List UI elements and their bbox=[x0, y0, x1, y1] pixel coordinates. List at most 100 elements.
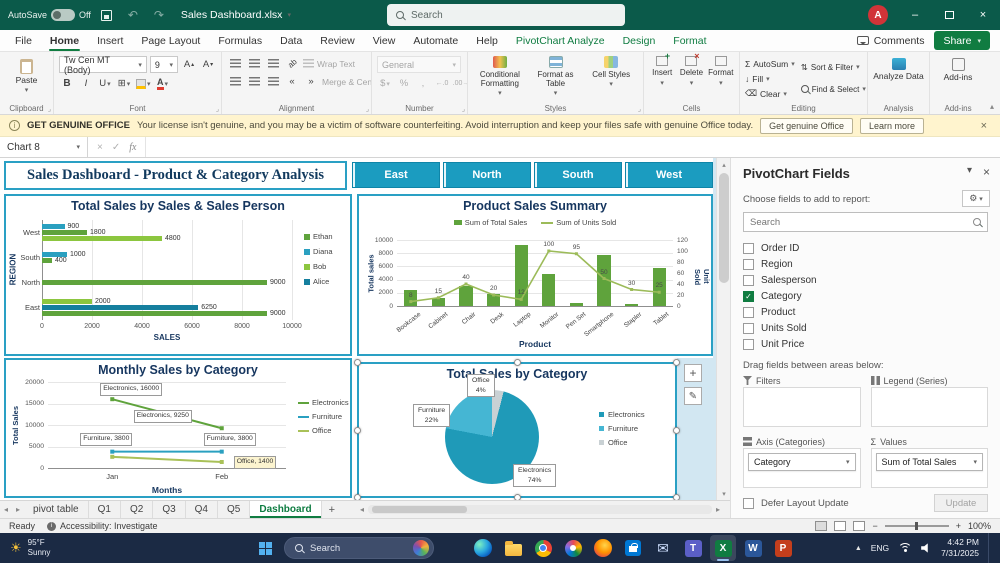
comments-button[interactable]: Comments bbox=[856, 35, 924, 47]
get-genuine-office-button[interactable]: Get genuine Office bbox=[760, 117, 853, 134]
selection-handle[interactable] bbox=[673, 426, 680, 434]
underline-button[interactable]: U ▾ bbox=[97, 76, 113, 91]
field-row-product[interactable]: Product bbox=[743, 304, 988, 320]
align-right-button[interactable] bbox=[265, 74, 281, 89]
selection-handle[interactable] bbox=[673, 359, 680, 366]
enter-icon[interactable]: ✓ bbox=[112, 142, 120, 153]
selection-handle[interactable] bbox=[354, 494, 361, 500]
page-layout-view-button[interactable] bbox=[834, 521, 847, 531]
chart-styles-button[interactable]: ✎ bbox=[684, 387, 702, 405]
percent-style-button[interactable]: % bbox=[396, 76, 412, 91]
font-size-select[interactable]: 9 ▾ bbox=[149, 56, 178, 73]
font-color-button[interactable]: A ▾ bbox=[155, 76, 171, 91]
add-sheet-button[interactable]: + bbox=[322, 504, 342, 516]
insert-cells-button[interactable]: Insert ▾ bbox=[649, 52, 675, 87]
orientation-button[interactable]: ab bbox=[284, 56, 300, 71]
autosum-button[interactable]: Σ AutoSum ▾ bbox=[745, 56, 795, 71]
increase-decimal-button[interactable]: ←.0 bbox=[434, 76, 450, 91]
selection-handle[interactable] bbox=[354, 359, 361, 366]
insert-function-button[interactable]: fx bbox=[129, 142, 136, 153]
minimize-button[interactable]: – bbox=[898, 0, 932, 30]
shrink-font-button[interactable]: A ▾ bbox=[200, 57, 216, 72]
sheet-nav-right-icon[interactable]: ▸ bbox=[12, 505, 24, 514]
weather-widget[interactable]: ☀ 95°F Sunny bbox=[0, 538, 60, 558]
field-checkbox[interactable] bbox=[743, 338, 754, 350]
ribbon-tab-view[interactable]: View bbox=[364, 30, 405, 51]
values-drop-zone[interactable]: Sum of Total Sales ▾ bbox=[870, 448, 988, 488]
slicer-north[interactable]: North bbox=[443, 162, 531, 188]
name-box[interactable]: Chart 8 ▾ bbox=[0, 137, 88, 157]
panel-options-icon[interactable]: ▾ bbox=[967, 165, 972, 176]
redo-button[interactable]: ↷ bbox=[149, 4, 169, 26]
selection-handle[interactable] bbox=[673, 494, 680, 500]
selection-handle[interactable] bbox=[513, 494, 521, 500]
axis-drop-zone[interactable]: Category ▾ bbox=[743, 448, 861, 488]
sheet-tab-q4[interactable]: Q4 bbox=[186, 501, 218, 518]
fields-search[interactable] bbox=[743, 212, 988, 232]
learn-more-button[interactable]: Learn more bbox=[860, 117, 925, 134]
field-row-category[interactable]: ✓ Category bbox=[743, 288, 988, 304]
sheet-tab-q5[interactable]: Q5 bbox=[218, 501, 251, 518]
ribbon-tab-insert[interactable]: Insert bbox=[88, 30, 132, 51]
zoom-slider[interactable] bbox=[884, 522, 949, 530]
fill-button[interactable]: ↓ Fill ▾ bbox=[745, 71, 795, 86]
hscroll-thumb[interactable] bbox=[372, 506, 468, 513]
align-bottom-button[interactable] bbox=[265, 56, 281, 71]
legend-area[interactable]: Legend (Series) bbox=[870, 374, 988, 427]
chart-elements-button[interactable]: + bbox=[684, 364, 702, 382]
increase-indent-button[interactable]: » bbox=[303, 74, 319, 89]
update-button[interactable]: Update bbox=[934, 494, 988, 512]
avatar[interactable]: A bbox=[868, 5, 888, 25]
collapse-ribbon-button[interactable]: ▴ bbox=[990, 102, 994, 111]
taskbar-icon-excel[interactable]: X bbox=[710, 535, 736, 561]
taskbar-icon-mail[interactable]: ✉ bbox=[650, 535, 676, 561]
field-checkbox[interactable] bbox=[743, 274, 754, 286]
zoom-slider-thumb[interactable] bbox=[914, 522, 918, 530]
legend-drop-zone[interactable] bbox=[870, 387, 988, 427]
paste-button[interactable]: Paste ▾ bbox=[5, 59, 48, 95]
chart-monthly-sales-by-category[interactable]: Monthly Sales by Category 0 5000 10000 15000… bbox=[4, 358, 352, 498]
italic-button[interactable]: I bbox=[78, 76, 94, 91]
zoom-out-icon[interactable]: − bbox=[872, 521, 877, 531]
vertical-scrollbar[interactable]: ▴ ▾ bbox=[716, 158, 730, 500]
ribbon-tab-pivotchart-analyze[interactable]: PivotChart Analyze bbox=[507, 30, 614, 51]
accessibility-status[interactable]: i Accessibility: Investigate bbox=[47, 521, 158, 531]
taskbar-icon-store[interactable] bbox=[620, 535, 646, 561]
ribbon-tab-home[interactable]: Home bbox=[41, 30, 88, 51]
close-warning-icon[interactable]: × bbox=[977, 120, 991, 132]
tools-button[interactable]: ⚙ ▾ bbox=[962, 190, 990, 207]
page-break-view-button[interactable] bbox=[853, 521, 866, 531]
format-cells-button[interactable]: Format ▾ bbox=[708, 56, 734, 87]
delete-cells-button[interactable]: Delete ▾ bbox=[678, 52, 704, 87]
ribbon-tab-format[interactable]: Format bbox=[664, 30, 715, 51]
addins-button[interactable]: Add-ins bbox=[935, 58, 981, 82]
dialog-launcher-icon[interactable]: ⌟ bbox=[48, 105, 51, 113]
taskbar-icon-chrome[interactable] bbox=[530, 535, 556, 561]
scroll-up-icon[interactable]: ▴ bbox=[717, 158, 730, 171]
document-title[interactable]: Sales Dashboard.xlsx ▾ bbox=[181, 9, 291, 21]
show-desktop-button[interactable] bbox=[988, 533, 992, 563]
sheet-tab-dashboard[interactable]: Dashboard bbox=[250, 501, 322, 518]
taskbar-icon-firefox[interactable] bbox=[590, 535, 616, 561]
selection-handle[interactable] bbox=[513, 359, 521, 366]
conditional-formatting-button[interactable]: Conditional Formatting ▾ bbox=[473, 56, 527, 98]
dialog-launcher-icon[interactable]: ⌟ bbox=[216, 105, 219, 113]
close-panel-icon[interactable]: × bbox=[983, 165, 990, 179]
values-area[interactable]: Σ Values Sum of Total Sales ▾ bbox=[870, 435, 988, 488]
field-row-salesperson[interactable]: Salesperson bbox=[743, 272, 988, 288]
borders-button[interactable]: ⊞ ▾ bbox=[116, 76, 132, 91]
sheet-tab-q3[interactable]: Q3 bbox=[153, 501, 186, 518]
bold-button[interactable]: B bbox=[59, 76, 75, 91]
field-checkbox[interactable]: ✓ bbox=[743, 290, 754, 302]
slicer-south[interactable]: South bbox=[534, 162, 622, 188]
sheet-tab-q2[interactable]: Q2 bbox=[121, 501, 154, 518]
taskbar-icon-edge[interactable] bbox=[470, 535, 496, 561]
ribbon-tab-formulas[interactable]: Formulas bbox=[209, 30, 271, 51]
taskbar-icon-teams[interactable]: T bbox=[680, 535, 706, 561]
wifi-icon[interactable] bbox=[898, 542, 913, 554]
sort-filter-button[interactable]: ⇅ Sort & Filter ▾ bbox=[801, 56, 866, 78]
sheet-tab-pivot-table[interactable]: pivot table bbox=[24, 501, 89, 518]
dialog-launcher-icon[interactable]: ⌟ bbox=[366, 105, 369, 113]
ribbon-tab-data[interactable]: Data bbox=[271, 30, 311, 51]
field-checkbox[interactable] bbox=[743, 322, 754, 334]
